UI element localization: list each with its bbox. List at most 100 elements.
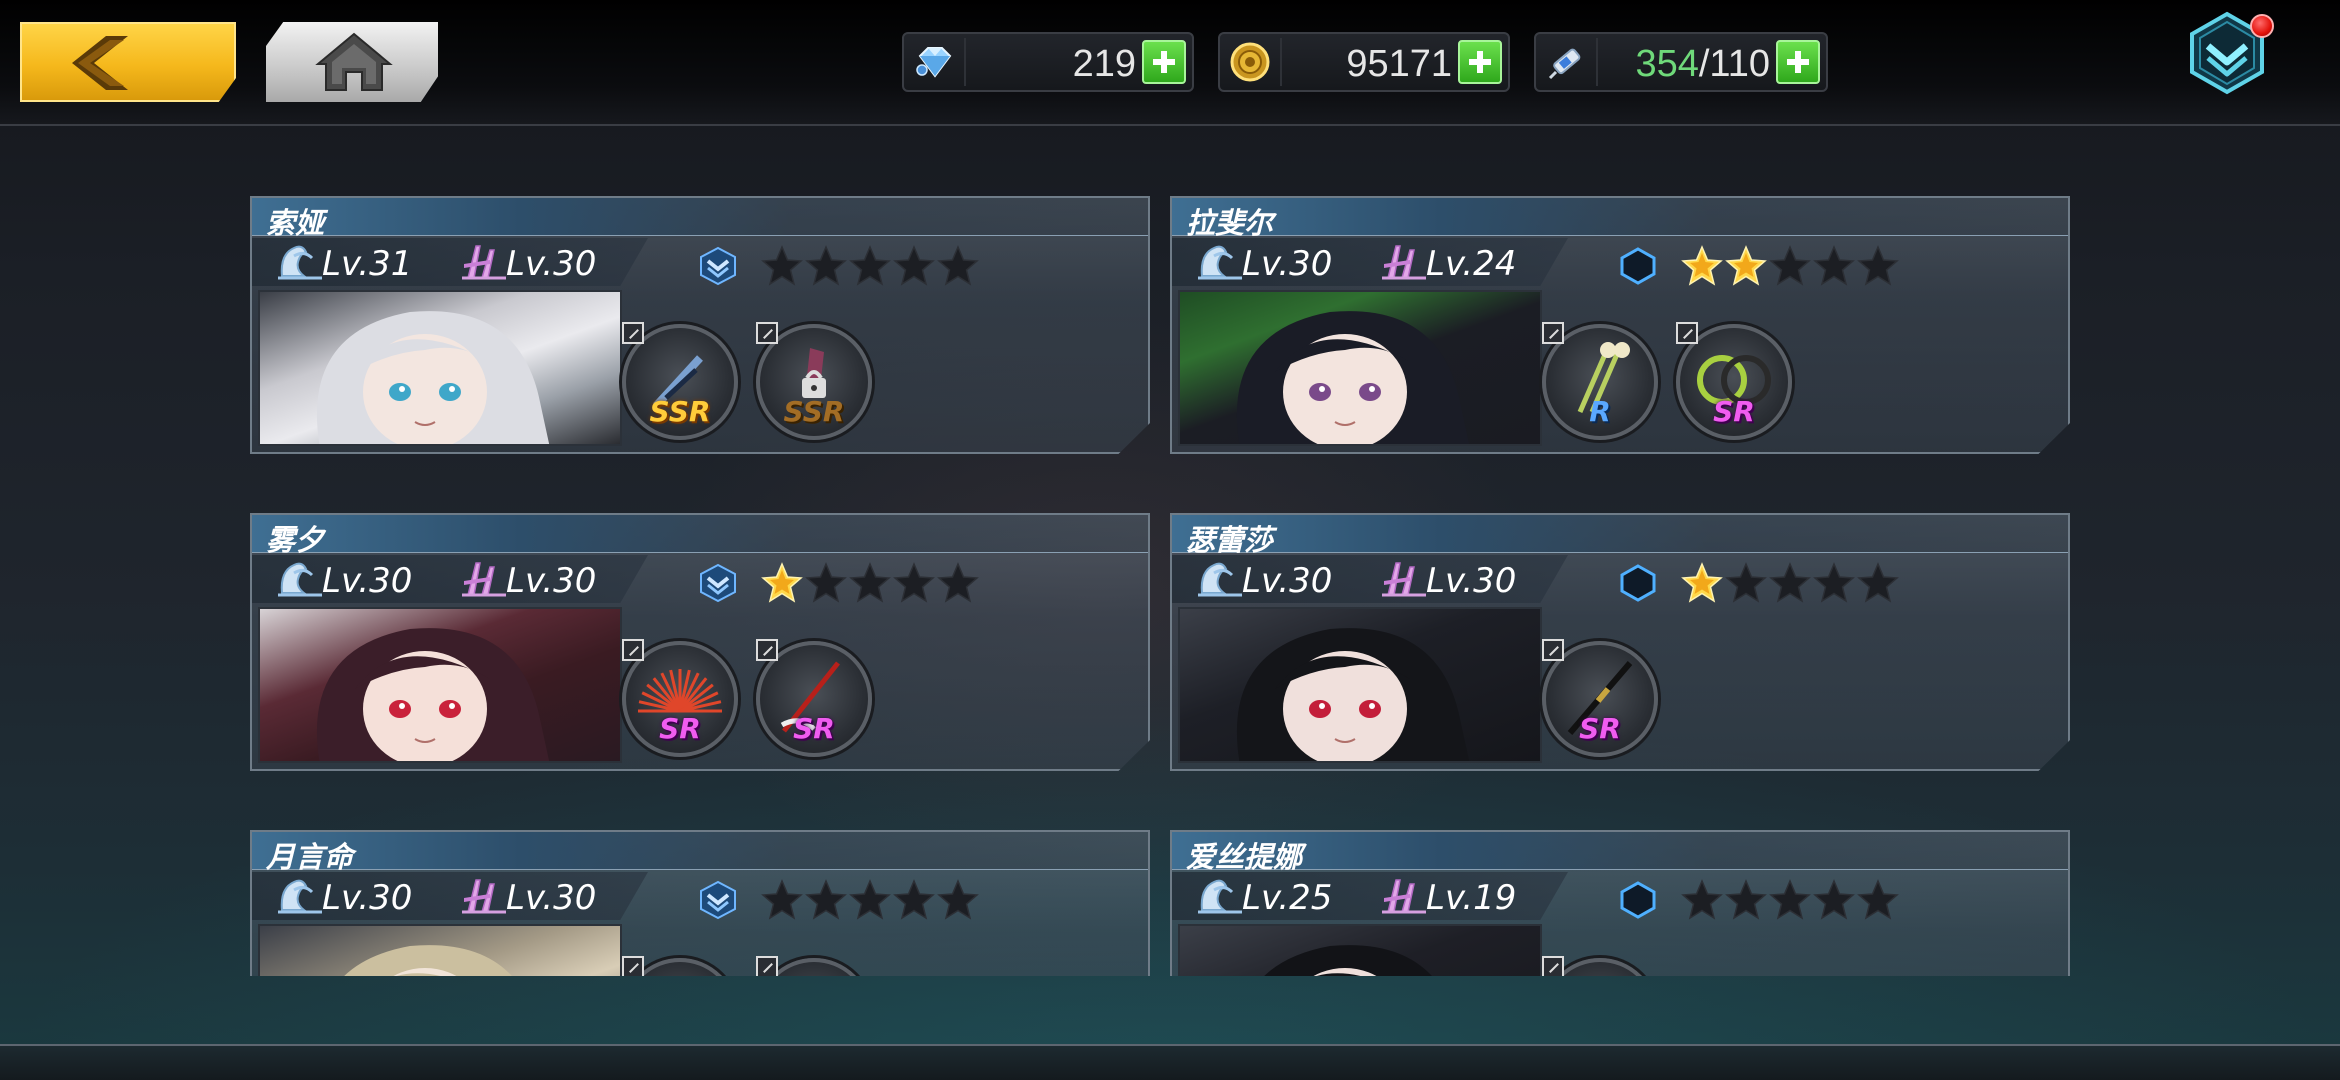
weapon-level-value: v.30 — [524, 561, 597, 601]
star-empty-icon — [936, 878, 980, 922]
character-level-value: v.25 — [1260, 878, 1333, 918]
weapon-level-value: v.24 — [1444, 244, 1517, 284]
star-filled-icon — [760, 561, 804, 605]
character-portrait[interactable] — [1178, 607, 1542, 763]
star-rating — [760, 878, 980, 922]
character-name: 月言命 — [266, 840, 354, 874]
edit-corner-icon — [622, 956, 644, 976]
card-title-bar: 索娅 — [252, 198, 1148, 240]
level-prefix: L — [506, 878, 525, 918]
star-rating — [1680, 878, 1900, 922]
character-card[interactable]: 雾夕 Lv.30 Lv.30 SR SR — [250, 513, 1150, 771]
weapon-slot[interactable]: SR — [1542, 639, 1658, 757]
top-bar: 219 95171 354/110 — [0, 0, 2340, 126]
rank-chevron-icon — [698, 563, 738, 603]
character-portrait[interactable] — [1178, 924, 1542, 976]
weapon-level-value: v.30 — [524, 878, 597, 918]
weapon-rarity: SR — [1713, 395, 1755, 428]
card-title-bar: 爱丝提娜 — [1172, 832, 2068, 874]
gold-counter: 95171 — [1218, 32, 1510, 92]
character-portrait[interactable] — [258, 290, 622, 446]
weapon-level-value: v.19 — [1444, 878, 1517, 918]
star-empty-icon — [892, 878, 936, 922]
character-card[interactable]: 索娅 Lv.31 Lv.30 SSR SSR — [250, 196, 1150, 454]
character-level-value: v.31 — [340, 244, 413, 284]
character-level-value: v.30 — [1260, 244, 1333, 284]
back-button[interactable] — [20, 22, 236, 102]
weapon-level-icon — [1380, 240, 1428, 288]
add-stamina-button[interactable] — [1776, 40, 1820, 84]
add-diamond-button[interactable] — [1142, 40, 1186, 84]
home-button[interactable] — [266, 22, 438, 102]
rank-hexagon-icon — [1618, 563, 1658, 603]
edit-corner-icon — [622, 322, 644, 344]
character-name: 雾夕 — [266, 523, 325, 557]
weapon-level-icon — [460, 874, 508, 922]
character-name: 爱丝提娜 — [1186, 840, 1303, 874]
edit-corner-icon — [756, 956, 778, 976]
character-portrait[interactable] — [258, 924, 622, 976]
character-level-icon — [276, 240, 324, 288]
card-title-bar: 雾夕 — [252, 515, 1148, 557]
star-empty-icon — [1812, 561, 1856, 605]
weapon-level-icon — [460, 240, 508, 288]
stamina-current: 354 — [1635, 43, 1699, 85]
separator — [1596, 38, 1598, 86]
level-prefix: L — [322, 561, 341, 601]
edit-corner-icon — [1542, 956, 1564, 976]
card-title-bar: 瑟蕾莎 — [1172, 515, 2068, 557]
star-empty-icon — [1768, 878, 1812, 922]
rank-hexagon-icon — [1618, 880, 1658, 920]
weapon-slot[interactable]: SR — [1676, 322, 1792, 440]
level-prefix: L — [1242, 244, 1261, 284]
edit-corner-icon — [622, 639, 644, 661]
weapon-slot-locked[interactable]: SSR — [756, 322, 872, 440]
rank-chevron-icon — [698, 246, 738, 286]
bottom-bar — [0, 1046, 2340, 1080]
character-list: 索娅 Lv.31 Lv.30 SSR SSR 拉斐尔 Lv.30 Lv.24 R SR 雾夕 Lv.3… — [0, 126, 2340, 976]
character-portrait[interactable] — [1178, 290, 1542, 446]
star-filled-icon — [1680, 561, 1724, 605]
level-prefix: L — [1426, 878, 1445, 918]
character-card[interactable]: 爱丝提娜 Lv.25 Lv.19 — [1170, 830, 2070, 976]
weapon-slot[interactable]: SR — [756, 639, 872, 757]
weapon-level-icon — [1380, 557, 1428, 605]
star-empty-icon — [1856, 878, 1900, 922]
character-portrait[interactable] — [258, 607, 622, 763]
star-empty-icon — [1856, 244, 1900, 288]
character-card[interactable]: 瑟蕾莎 Lv.30 Lv.30 SR — [1170, 513, 2070, 771]
weapon-rarity: SR — [659, 712, 701, 745]
star-filled-icon — [1680, 244, 1724, 288]
edit-corner-icon — [1542, 322, 1564, 344]
character-card[interactable]: 拉斐尔 Lv.30 Lv.24 R SR — [1170, 196, 2070, 454]
star-filled-icon — [1724, 244, 1768, 288]
star-rating — [760, 561, 980, 605]
stamina-counter: 354/110 — [1534, 32, 1828, 92]
weapon-slot[interactable]: SSR — [622, 322, 738, 440]
diamond-icon — [916, 47, 952, 78]
character-name: 拉斐尔 — [1186, 206, 1274, 240]
add-gold-button[interactable] — [1458, 40, 1502, 84]
star-empty-icon — [804, 244, 848, 288]
level-prefix: L — [1426, 561, 1445, 601]
star-empty-icon — [1812, 244, 1856, 288]
star-empty-icon — [1768, 561, 1812, 605]
weapon-slot[interactable]: SR — [622, 639, 738, 757]
weapon-slot[interactable]: R — [1542, 322, 1658, 440]
rank-hexagon-icon — [1618, 246, 1658, 286]
star-rating — [1680, 561, 1900, 605]
star-empty-icon — [760, 244, 804, 288]
character-card[interactable]: 月言命 Lv.30 Lv.30 — [250, 830, 1150, 976]
weapon-rarity: SSR — [649, 395, 711, 428]
star-empty-icon — [804, 878, 848, 922]
star-empty-icon — [760, 878, 804, 922]
rank-chevron-icon — [698, 880, 738, 920]
level-prefix: L — [506, 244, 525, 284]
level-prefix: L — [322, 244, 341, 284]
card-title-bar: 月言命 — [252, 832, 1148, 874]
star-empty-icon — [848, 244, 892, 288]
diamond-counter: 219 — [902, 32, 1194, 92]
home-icon — [315, 32, 393, 91]
character-name: 索娅 — [266, 206, 325, 240]
character-name: 瑟蕾莎 — [1186, 523, 1274, 557]
